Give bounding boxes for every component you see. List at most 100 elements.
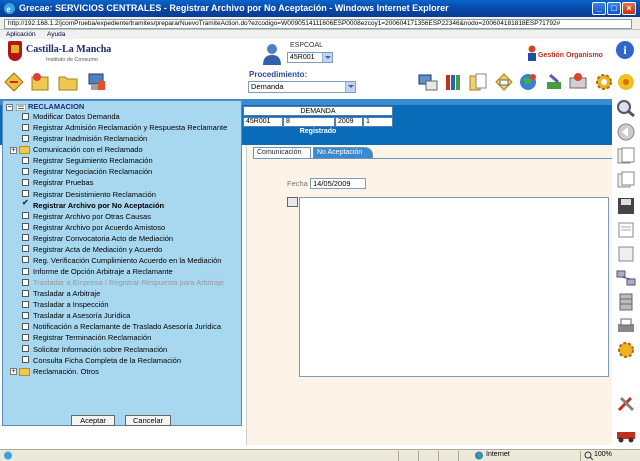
- dropdown-item[interactable]: Notificación a Reclamante de Traslado As…: [22, 322, 221, 332]
- checkbox[interactable]: [22, 234, 29, 242]
- dropdown-item[interactable]: Solicitar Información sobre Reclamación: [22, 345, 167, 355]
- dropdown-item[interactable]: Registrar Pruebas: [22, 178, 93, 188]
- checkbox[interactable]: [22, 178, 29, 186]
- envelope-icon[interactable]: [494, 72, 514, 92]
- printer-icon[interactable]: [615, 317, 637, 335]
- expand-icon[interactable]: +: [10, 368, 17, 376]
- checkbox[interactable]: [22, 300, 29, 308]
- checkbox[interactable]: [22, 156, 29, 164]
- dropdown-item[interactable]: Modificar Datos Demanda: [22, 112, 120, 122]
- demanda-cell-number: 8: [283, 117, 335, 127]
- dropdown-item[interactable]: Informe de Opción Arbitraje a Reclamante: [22, 267, 173, 277]
- menu-ayuda[interactable]: Ayuda: [47, 31, 65, 38]
- globe-icon[interactable]: [518, 72, 538, 92]
- gear-icon[interactable]: [594, 72, 614, 92]
- car-icon[interactable]: [615, 425, 637, 443]
- expand-icon[interactable]: +: [10, 146, 17, 154]
- floppy-save-icon[interactable]: [615, 197, 637, 215]
- dropdown-item[interactable]: Trasladar a Asesoría Jurídica: [22, 311, 130, 321]
- gestion-organismo-link[interactable]: Gestión Organismo: [538, 52, 603, 59]
- status-bar: Internet 100%: [0, 449, 640, 461]
- diamond-tool-icon[interactable]: [4, 72, 24, 92]
- dropdown-item[interactable]: Registrar Archivo por No Aceptación: [22, 198, 164, 211]
- minimize-button[interactable]: _: [592, 2, 606, 15]
- url-field[interactable]: http://192.168.1.2/jcomPrueba/expediente…: [4, 19, 632, 29]
- close-button[interactable]: ×: [622, 2, 636, 15]
- dropdown-item[interactable]: Trasladar a Inspección: [22, 300, 109, 310]
- dropdown-item[interactable]: Registrar Archivo por Acuerdo Amistoso: [22, 223, 165, 233]
- checkbox[interactable]: [22, 123, 29, 131]
- checkbox[interactable]: [22, 333, 29, 341]
- dropdown-item[interactable]: Registrar Acta de Mediación y Acuerdo: [22, 245, 162, 255]
- print-pages-icon[interactable]: [615, 221, 637, 239]
- dropdown-item[interactable]: Registrar Convocatoria Acto de Mediación: [22, 234, 173, 244]
- checkbox[interactable]: [22, 167, 29, 175]
- back-icon[interactable]: [615, 123, 637, 141]
- user-label: ESPCOAL: [290, 42, 324, 49]
- collapse-icon[interactable]: −: [6, 103, 13, 111]
- checkbox[interactable]: [22, 223, 29, 231]
- edit-note-icon[interactable]: [287, 197, 298, 207]
- procedimiento-select[interactable]: Demanda: [248, 81, 356, 93]
- checkbox[interactable]: [22, 190, 29, 198]
- flower-icon[interactable]: [616, 72, 636, 92]
- checkbox[interactable]: [22, 289, 29, 297]
- dropdown-item[interactable]: Reg. Verificación Cumplimiento Acuerdo e…: [22, 256, 221, 266]
- checkbox[interactable]: [22, 311, 29, 319]
- books-icon[interactable]: [444, 72, 464, 92]
- checkbox[interactable]: [22, 356, 29, 364]
- checkbox[interactable]: [22, 134, 29, 142]
- computer-icon[interactable]: [86, 72, 106, 92]
- checkbox[interactable]: [22, 345, 29, 353]
- dropdown-item-label: Reg. Verificación Cumplimiento Acuerdo e…: [33, 255, 222, 265]
- checkmark-icon[interactable]: [22, 198, 29, 208]
- documents-icon[interactable]: [615, 147, 637, 165]
- dropdown-item-label: Trasladar a Inspección: [33, 300, 109, 310]
- info-icon[interactable]: i: [616, 41, 634, 59]
- dropdown-item[interactable]: Registrar Inadmisión Reclamación: [22, 134, 147, 144]
- folder-icon[interactable]: [58, 72, 78, 92]
- dropdown-item[interactable]: Trasladar a Arbitraje: [22, 289, 100, 299]
- dropdown-folder[interactable]: + Reclamación. Otros: [10, 367, 99, 377]
- documents-icon[interactable]: [468, 72, 488, 92]
- folder-star-icon[interactable]: [30, 72, 50, 92]
- cancel-button[interactable]: Cancelar: [125, 415, 171, 426]
- dropdown-item[interactable]: Registrar Archivo por Otras Causas: [22, 212, 151, 222]
- settings-icon[interactable]: [568, 72, 588, 92]
- dropdown-item-label: Registrar Seguimiento Reclamación: [33, 156, 153, 166]
- accept-button[interactable]: Aceptar: [71, 415, 115, 426]
- checkbox[interactable]: [22, 112, 29, 120]
- checkbox[interactable]: [22, 267, 29, 275]
- user-select[interactable]: 45R001: [287, 52, 333, 63]
- computer-network-icon[interactable]: [418, 72, 438, 92]
- checkbox[interactable]: [22, 256, 29, 264]
- tools-icon[interactable]: [544, 72, 564, 92]
- observations-textarea[interactable]: [299, 197, 609, 377]
- tab-comunicacion[interactable]: Comunicación: [253, 147, 311, 158]
- zoom-level[interactable]: 100%: [594, 451, 612, 458]
- tools-icon[interactable]: [615, 395, 637, 413]
- copy-icon[interactable]: [615, 171, 637, 189]
- folder-icon: [19, 146, 30, 155]
- magnifier-icon[interactable]: [615, 99, 637, 117]
- checkbox[interactable]: [22, 322, 29, 330]
- network-icon[interactable]: [615, 269, 637, 287]
- document-stack-icon[interactable]: [615, 245, 637, 263]
- fecha-input[interactable]: 14/05/2009: [310, 178, 366, 189]
- dropdown-folder[interactable]: + Comunicación con el Reclamado: [10, 145, 143, 155]
- maximize-button[interactable]: □: [607, 2, 621, 15]
- checkbox[interactable]: [22, 212, 29, 220]
- dropdown-item-label: Registrar Convocatoria Acto de Mediación: [33, 233, 174, 243]
- dropdown-item[interactable]: Registrar Admisión Reclamación y Respues…: [22, 123, 227, 133]
- dropdown-item[interactable]: Consulta Ficha Completa de la Reclamació…: [22, 356, 181, 366]
- menu-aplicacion[interactable]: Aplicación: [6, 31, 36, 38]
- dropdown-item[interactable]: Registrar Desistimiento Reclamación: [22, 190, 156, 200]
- dropdown-item[interactable]: Registrar Terminación Reclamación: [22, 333, 151, 343]
- archive-icon[interactable]: [615, 293, 637, 311]
- gear-icon[interactable]: [615, 341, 637, 359]
- checkbox[interactable]: [22, 245, 29, 253]
- dropdown-root[interactable]: − RECLAMACION: [6, 102, 84, 112]
- dropdown-item[interactable]: Registrar Negociación Reclamación: [22, 167, 152, 177]
- dropdown-item[interactable]: Registrar Seguimiento Reclamación: [22, 156, 153, 166]
- tab-no-aceptacion[interactable]: No Aceptación: [313, 147, 373, 158]
